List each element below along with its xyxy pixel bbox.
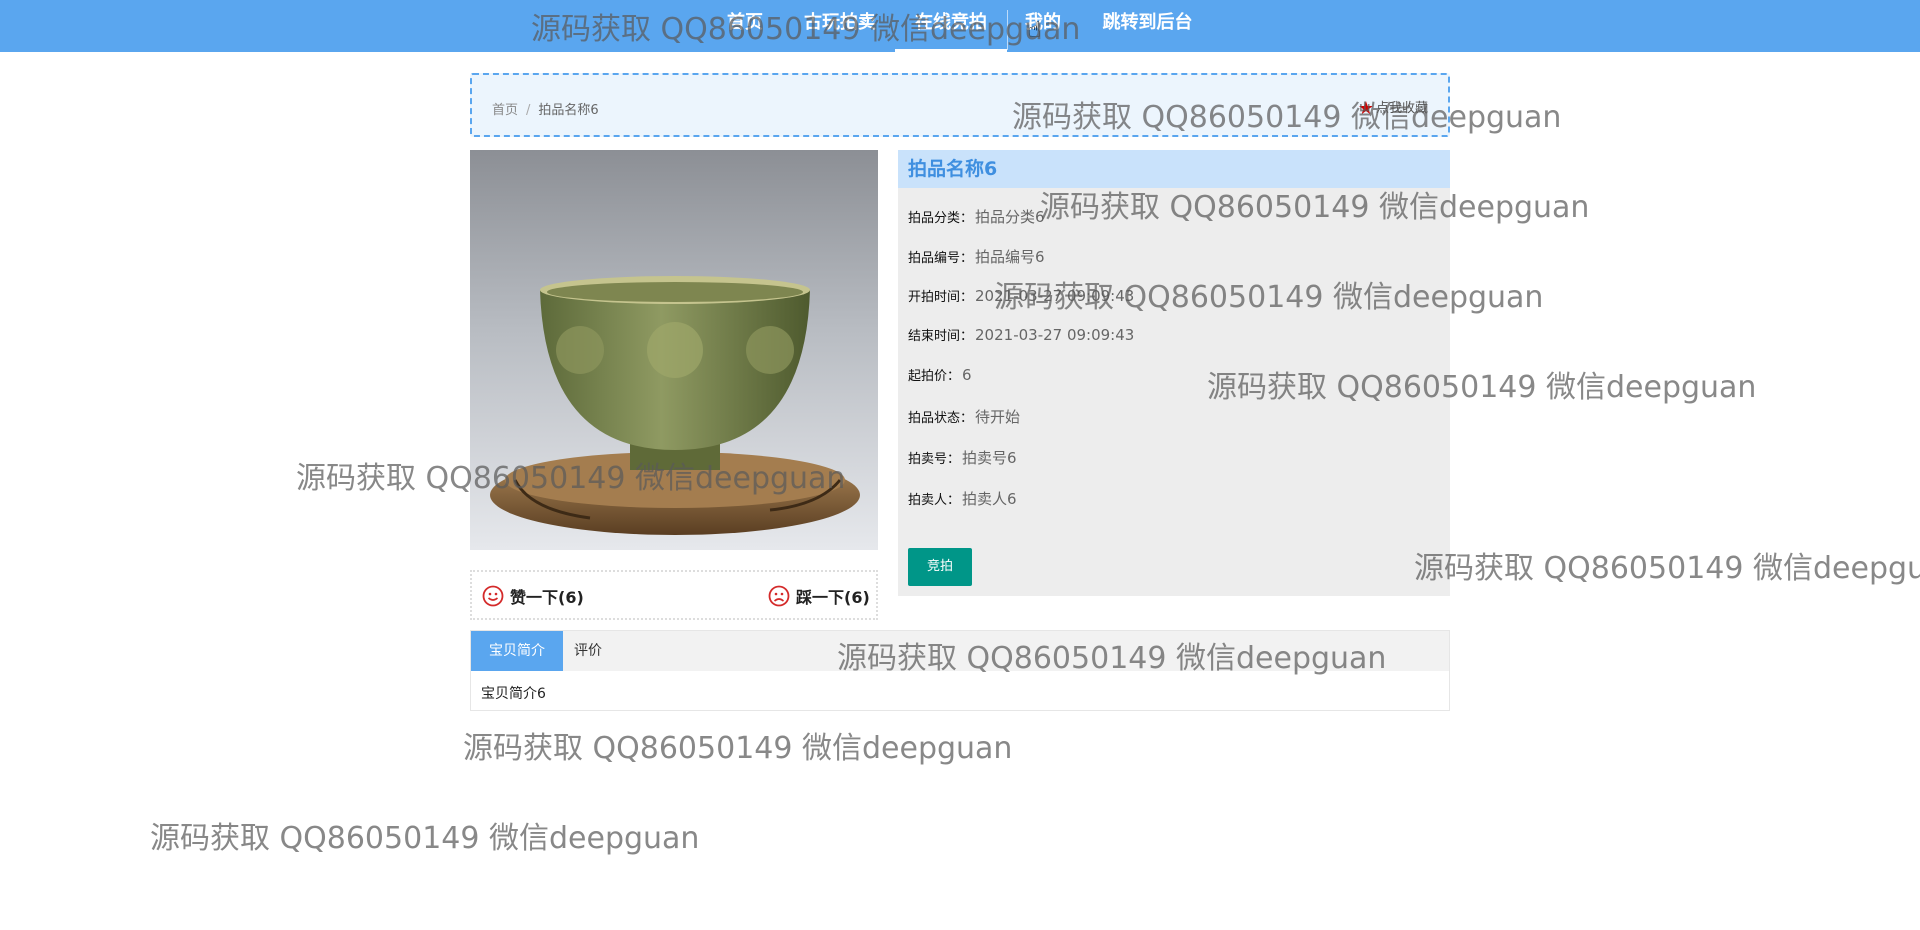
tab-content: 宝贝简介6 bbox=[481, 686, 546, 702]
favorite-button[interactable]: ★ 点我收藏 bbox=[1358, 97, 1428, 119]
bid-button[interactable]: 竞拍 bbox=[908, 548, 972, 586]
tab-introduction[interactable]: 宝贝简介 bbox=[471, 631, 563, 671]
vote-box: 赞一下(6) 踩一下(6) bbox=[470, 570, 878, 620]
field-auctioneer: 拍卖人： 拍卖人6 bbox=[908, 488, 1017, 509]
field-label: 拍卖号： bbox=[908, 452, 961, 467]
breadcrumb-current: 拍品名称6 bbox=[538, 103, 599, 118]
field-value: 拍卖号6 bbox=[962, 449, 1017, 467]
field-start-price: 起拍价： 6 bbox=[908, 365, 972, 384]
tab-header: 宝贝简介 评价 bbox=[471, 631, 1449, 671]
field-value: 2021-03-27 09:09:43 bbox=[975, 326, 1135, 344]
product-image bbox=[470, 150, 878, 550]
field-value: 6 bbox=[962, 366, 972, 384]
field-value: 拍卖人6 bbox=[962, 490, 1017, 508]
nav-divider bbox=[1007, 10, 1008, 50]
tab-reviews[interactable]: 评价 bbox=[563, 631, 613, 671]
dislike-label: 踩一下(6) bbox=[796, 588, 870, 607]
field-category: 拍品分类： 拍品分类6 bbox=[908, 206, 1045, 227]
nav-antique-auction[interactable]: 古玩拍卖 bbox=[795, 0, 885, 52]
like-label: 赞一下(6) bbox=[510, 588, 584, 607]
celadon-bowl-illustration bbox=[490, 276, 860, 535]
field-label: 拍品分类： bbox=[908, 211, 974, 226]
product-title: 拍品名称6 bbox=[898, 150, 1450, 188]
field-value: 待开始 bbox=[975, 408, 1021, 426]
field-label: 结束时间： bbox=[908, 329, 974, 344]
field-label: 拍品状态： bbox=[908, 411, 974, 426]
field-auction-number: 拍卖号： 拍卖号6 bbox=[908, 447, 1017, 468]
field-label: 起拍价： bbox=[908, 369, 961, 384]
field-status: 拍品状态： 待开始 bbox=[908, 406, 1020, 427]
frown-icon bbox=[768, 585, 790, 611]
breadcrumb-home[interactable]: 首页 bbox=[492, 103, 518, 118]
watermark: 源码获取 QQ86050149 微信deepguan bbox=[1414, 551, 1920, 586]
field-label: 拍品编号： bbox=[908, 251, 974, 266]
field-start-time: 开拍时间： 2021-03-27 09:09:43 bbox=[908, 286, 1134, 305]
field-value: 拍品分类6 bbox=[975, 208, 1045, 226]
watermark: 源码获取 QQ86050149 微信deepguan bbox=[463, 731, 1013, 766]
favorite-label: 点我收藏 bbox=[1375, 101, 1428, 116]
field-end-time: 结束时间： 2021-03-27 09:09:43 bbox=[908, 325, 1134, 344]
like-button[interactable]: 赞一下(6) bbox=[482, 584, 584, 611]
mouse-cursor-icon: ☝ bbox=[1028, 18, 1042, 43]
nav-admin-jump[interactable]: 跳转到后台 bbox=[1095, 0, 1200, 52]
dislike-button[interactable]: 踩一下(6) bbox=[768, 584, 870, 611]
star-icon: ★ bbox=[1357, 98, 1374, 119]
field-label: 拍卖人： bbox=[908, 493, 961, 508]
detail-tabs: 宝贝简介 评价 宝贝简介6 bbox=[470, 630, 1450, 711]
breadcrumb-bar: 首页 / 拍品名称6 ★ 点我收藏 bbox=[470, 73, 1450, 137]
breadcrumb: 首页 / 拍品名称6 bbox=[492, 99, 599, 118]
field-value: 2021-03-27 09:09:43 bbox=[975, 287, 1135, 305]
top-navigation: 首页 古玩拍卖 在线竞拍 我的 跳转到后台 bbox=[0, 0, 1920, 52]
watermark: 源码获取 QQ86050149 微信deepguan bbox=[150, 821, 700, 856]
field-label: 开拍时间： bbox=[908, 290, 974, 305]
smile-icon bbox=[482, 585, 504, 611]
nav-home[interactable]: 首页 bbox=[720, 0, 770, 52]
nav-online-bidding[interactable]: 在线竞拍 bbox=[895, 0, 1007, 52]
breadcrumb-separator: / bbox=[526, 103, 531, 118]
nav-mine[interactable]: 我的 bbox=[1010, 0, 1076, 52]
field-value: 拍品编号6 bbox=[975, 248, 1045, 266]
product-info-panel: 拍品名称6 拍品分类： 拍品分类6 拍品编号： 拍品编号6 开拍时间： 2021-03… bbox=[898, 150, 1450, 596]
field-number: 拍品编号： 拍品编号6 bbox=[908, 246, 1045, 267]
